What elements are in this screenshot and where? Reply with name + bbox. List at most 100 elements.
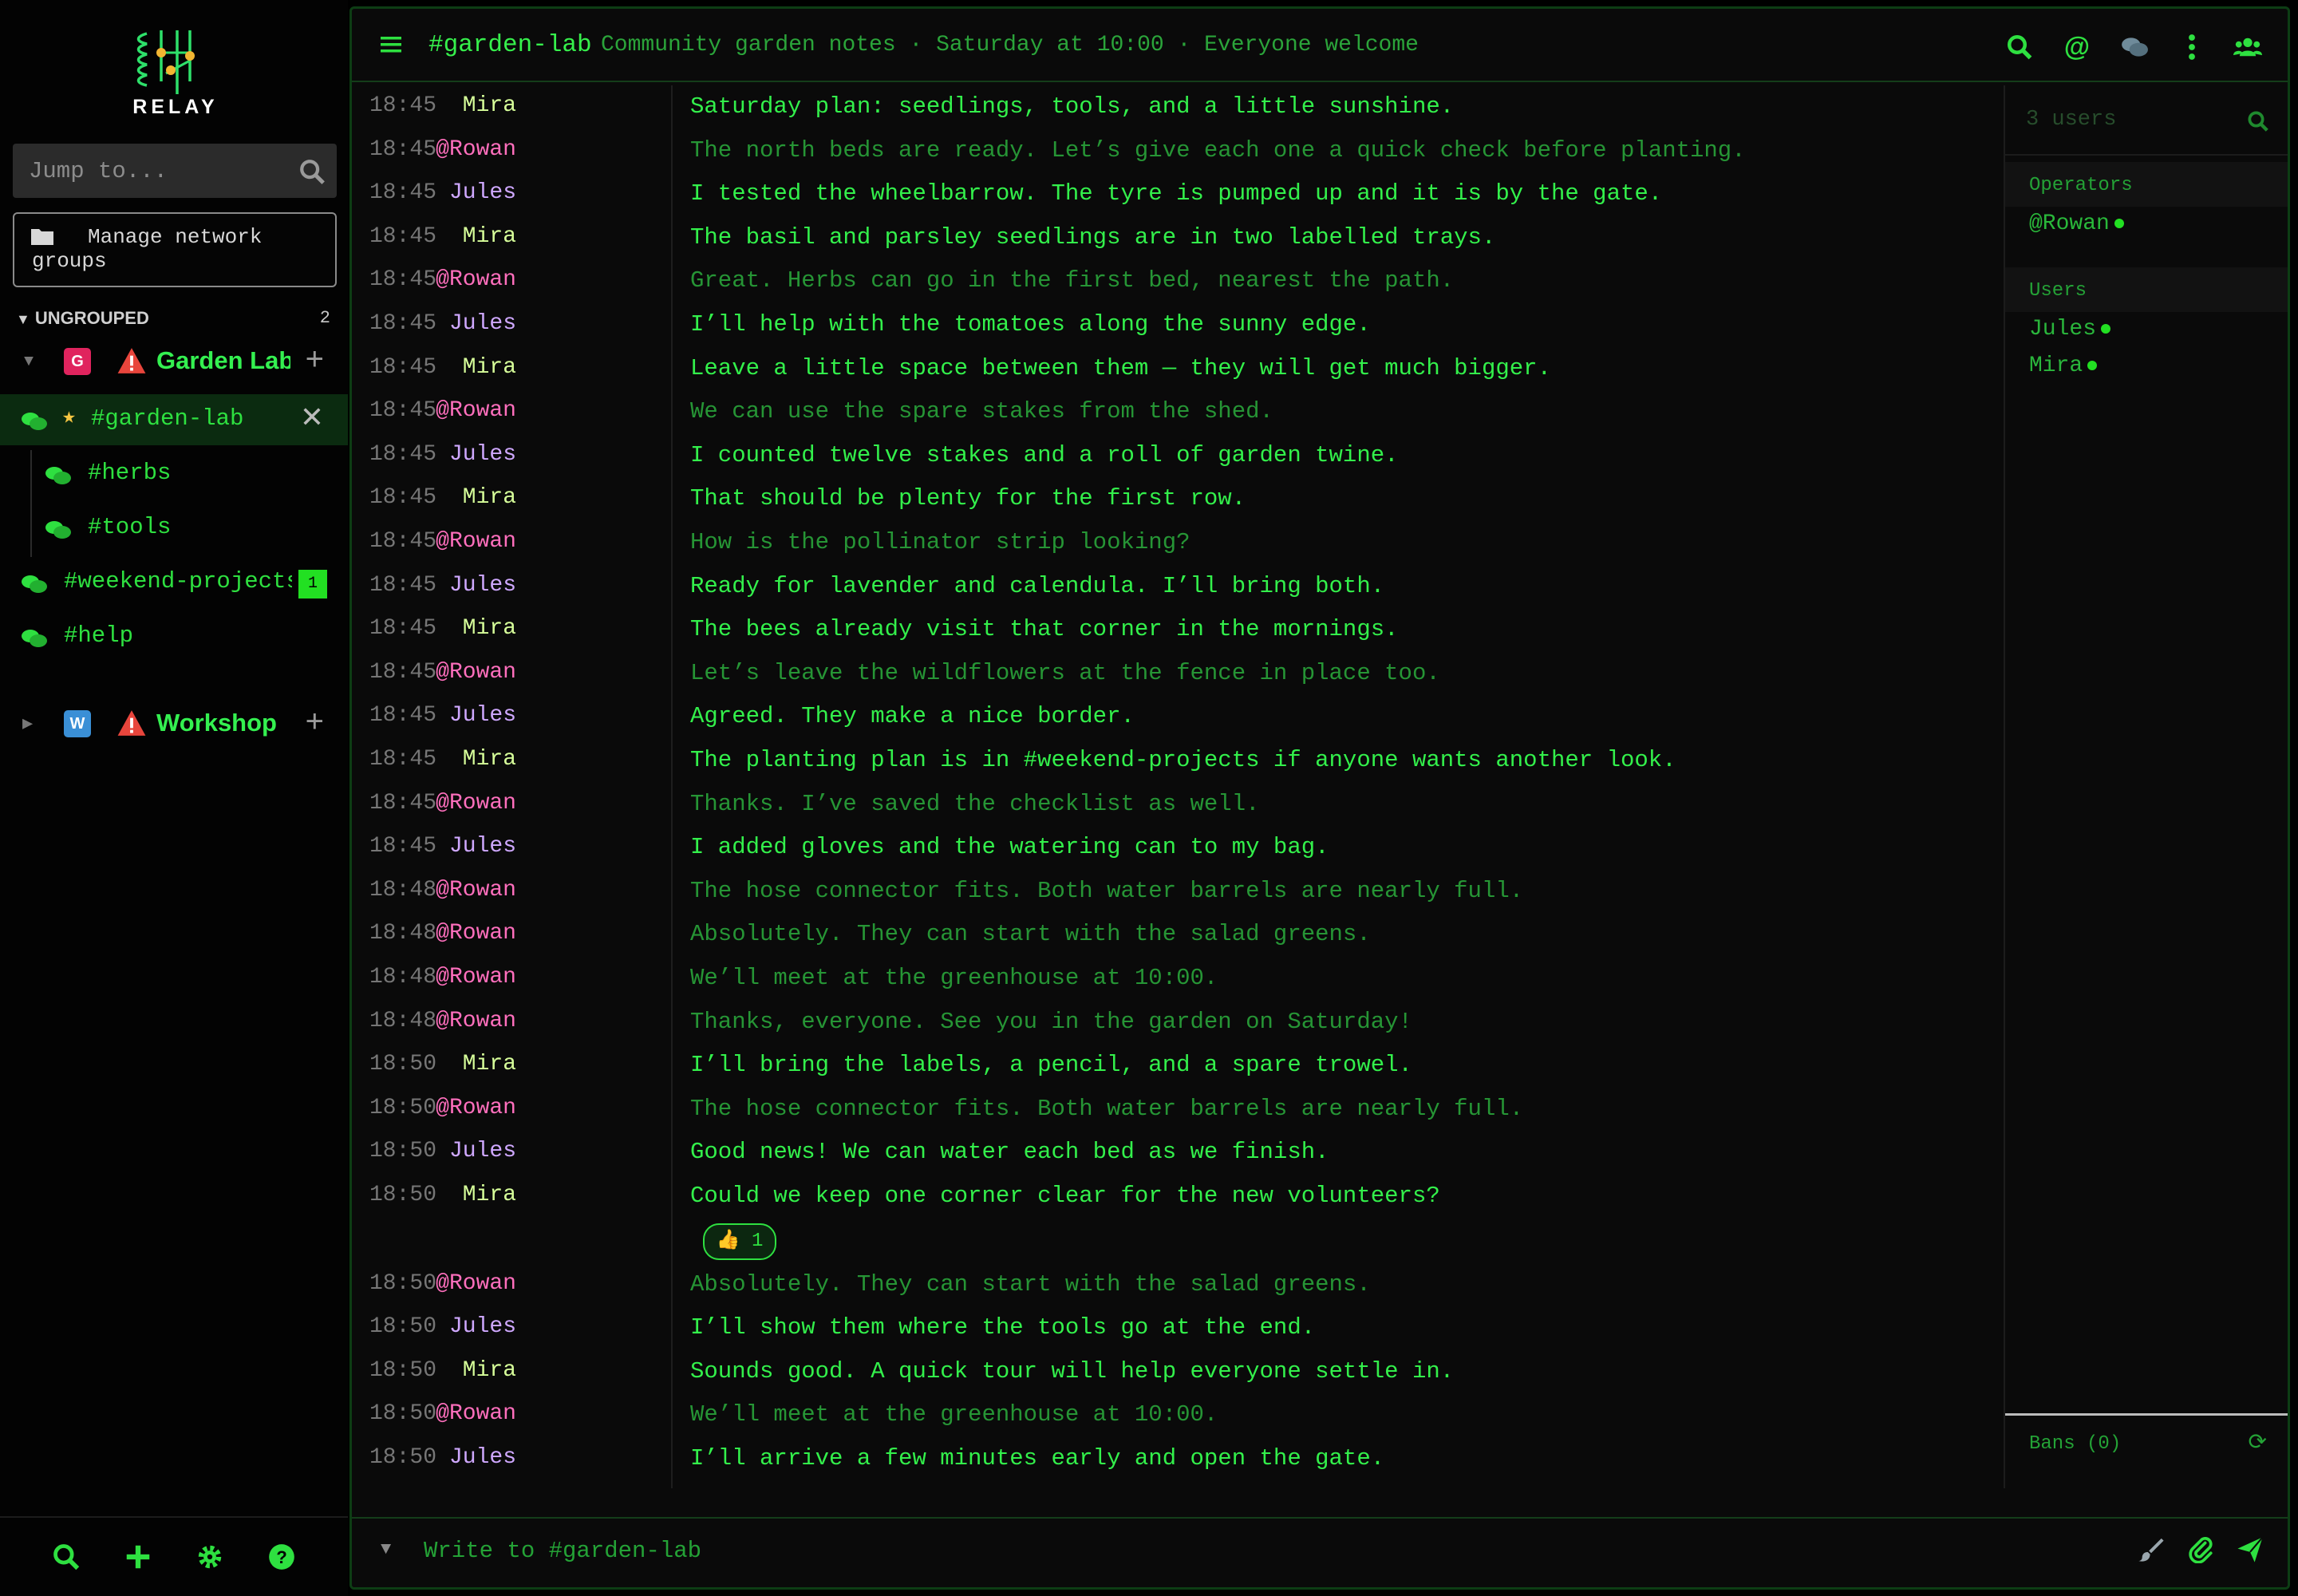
close-icon[interactable]: ✕	[300, 401, 324, 434]
message-nick[interactable]: Jules	[449, 180, 516, 205]
user-mira[interactable]: Mira	[2029, 354, 2098, 378]
channel-garden-lab[interactable]: ★ #garden-lab ✕	[0, 394, 348, 445]
message-text: We can use the spare stakes from the she…	[690, 398, 1273, 425]
message-nick[interactable]: @Rowan	[436, 1009, 516, 1033]
message-nick[interactable]: @Rowan	[436, 267, 516, 292]
message-input[interactable]: Write to #garden-lab	[424, 1538, 701, 1564]
message-nick[interactable]: @Rowan	[436, 529, 516, 554]
channel-label: #garden-lab	[91, 405, 244, 432]
unread-badge: 1	[298, 570, 327, 598]
message-nick[interactable]: @Rowan	[436, 137, 516, 162]
user-nick: @Rowan	[2029, 211, 2110, 236]
message-text: The bees already visit that corner in th…	[690, 616, 1399, 643]
message-nick[interactable]: @Rowan	[436, 1271, 516, 1296]
channel-help[interactable]: #help	[0, 611, 348, 662]
user-rowan[interactable]: @Rowan	[2029, 211, 2124, 236]
operators-label: Operators	[2029, 175, 2133, 196]
message-row: 18:48 @Rowan Thanks, everyone. See you in …	[352, 1001, 2004, 1044]
user-jules[interactable]: Jules	[2029, 317, 2111, 342]
message-nick[interactable]: Jules	[449, 573, 516, 598]
add-channel-icon[interactable]: +	[306, 704, 324, 740]
message-nick[interactable]: @Rowan	[436, 1096, 516, 1120]
message-row: 18:45 Mira The planting plan is in #weeken…	[352, 739, 2004, 782]
chevron-right-icon[interactable]: ▶	[22, 713, 33, 734]
message-nick[interactable]: Jules	[449, 311, 516, 336]
chat-icon	[45, 467, 71, 484]
message-nick[interactable]: @Rowan	[436, 791, 516, 816]
message-row: 18:45 Jules I counted twelve stakes and a …	[352, 434, 2004, 477]
message-nick[interactable]: Mira	[463, 224, 516, 249]
help-icon[interactable]: ?	[267, 1542, 297, 1572]
message-time: 18:45	[369, 572, 437, 598]
message-nick[interactable]: Jules	[449, 703, 516, 728]
chevron-down-icon[interactable]: ▼	[24, 353, 34, 371]
message-nick[interactable]: @Rowan	[436, 965, 516, 990]
users-icon[interactable]	[2233, 33, 2262, 61]
network-name: Workshop	[156, 709, 277, 737]
user-search[interactable]: 3 users	[2005, 85, 2288, 156]
message-time: 18:45	[369, 616, 437, 642]
plus-icon[interactable]	[123, 1542, 153, 1572]
message-nick[interactable]: Jules	[449, 442, 516, 467]
message-nick[interactable]: @Rowan	[436, 1401, 516, 1426]
network-workshop[interactable]: ▶ W Workshop +	[0, 702, 348, 750]
send-icon[interactable]	[2237, 1536, 2264, 1563]
message-nick[interactable]: Mira	[463, 1052, 516, 1077]
gear-icon[interactable]	[195, 1542, 225, 1572]
channel-title: #garden-lab	[428, 31, 592, 59]
message-nick[interactable]: Jules	[449, 1314, 516, 1339]
refresh-icon[interactable]: ⟳	[2249, 1428, 2267, 1456]
paperclip-icon[interactable]	[2187, 1536, 2214, 1563]
message-time: 18:45	[369, 790, 437, 816]
search-icon[interactable]	[51, 1542, 81, 1572]
mention-icon[interactable]: @	[2063, 33, 2091, 61]
network-badge: G	[64, 348, 91, 375]
message-nick[interactable]: Mira	[463, 1358, 516, 1383]
network-garden-lab[interactable]: ▼ G Garden Lab +	[0, 340, 348, 388]
message-nick[interactable]: @Rowan	[436, 878, 516, 903]
jump-to-input[interactable]: Jump to...	[13, 144, 337, 198]
message-row: 18:50 Jules I’ll show them where the tools…	[352, 1306, 2004, 1349]
message-nick[interactable]: Mira	[463, 747, 516, 772]
menu-icon[interactable]	[381, 36, 401, 53]
brush-icon[interactable]	[2138, 1536, 2165, 1563]
message-text: We’ll meet at the greenhouse at 10:00.	[690, 965, 1218, 991]
message-nick[interactable]: Mira	[463, 1183, 516, 1207]
add-channel-icon[interactable]: +	[306, 342, 324, 377]
search-icon[interactable]	[2005, 33, 2034, 61]
chat-window: #garden-lab Community garden notes · Sat…	[349, 6, 2290, 1590]
search-icon	[2248, 111, 2268, 132]
message-list: 18:45 Mira Saturday plan: seedlings, tools…	[352, 85, 2004, 1488]
message-nick[interactable]: Mira	[463, 616, 516, 641]
message-text: The planting plan is in #weekend-project…	[690, 747, 1676, 773]
ungrouped-header[interactable]: ▼ UNGROUPED	[16, 308, 149, 329]
chevron-down-icon[interactable]: ▼	[381, 1539, 391, 1559]
message-nick[interactable]: Jules	[449, 834, 516, 859]
message-row: 18:45 Jules I tested the wheelbarrow. The …	[352, 172, 2004, 215]
message-nick[interactable]: @Rowan	[436, 660, 516, 685]
channel-weekend-projects[interactable]: #weekend-projects 1	[0, 557, 348, 608]
message-nick[interactable]: Jules	[449, 1139, 516, 1163]
message-row: 18:45 @Rowan Let’s leave the wildflowers a…	[352, 652, 2004, 695]
message-text: Ready for lavender and calendula. I’ll b…	[690, 572, 1385, 599]
channel-tools[interactable]: #tools	[0, 503, 348, 554]
more-vertical-icon[interactable]	[2178, 33, 2206, 61]
message-time: 18:48	[369, 965, 437, 990]
message-nick[interactable]: @Rowan	[436, 921, 516, 946]
message-nick[interactable]: @Rowan	[436, 398, 516, 423]
message-nick[interactable]: Jules	[449, 1445, 516, 1470]
message-text: I’ll show them where the tools go at the…	[690, 1314, 1316, 1341]
message-nick[interactable]: Mira	[463, 93, 516, 118]
user-nick: Mira	[2029, 354, 2083, 378]
message-nick[interactable]: Mira	[463, 485, 516, 510]
message-nick[interactable]: Mira	[463, 355, 516, 380]
channel-herbs[interactable]: #herbs	[0, 448, 348, 500]
manage-network-groups-button[interactable]: Manage network groups	[13, 212, 337, 287]
message-time: 18:45	[369, 311, 437, 336]
message-row: 18:48 @Rowan Absolutely. They can start wi…	[352, 913, 2004, 956]
message-row: 18:45 Jules Agreed. They make a nice borde…	[352, 695, 2004, 738]
message-text: Thanks. I’ve saved the checklist as well…	[690, 790, 1260, 817]
chat-icon[interactable]	[2120, 33, 2149, 61]
reaction-thumbs-up[interactable]: 👍 1	[703, 1223, 776, 1260]
bans-section[interactable]: Bans (0) ⟳	[2005, 1413, 2288, 1488]
